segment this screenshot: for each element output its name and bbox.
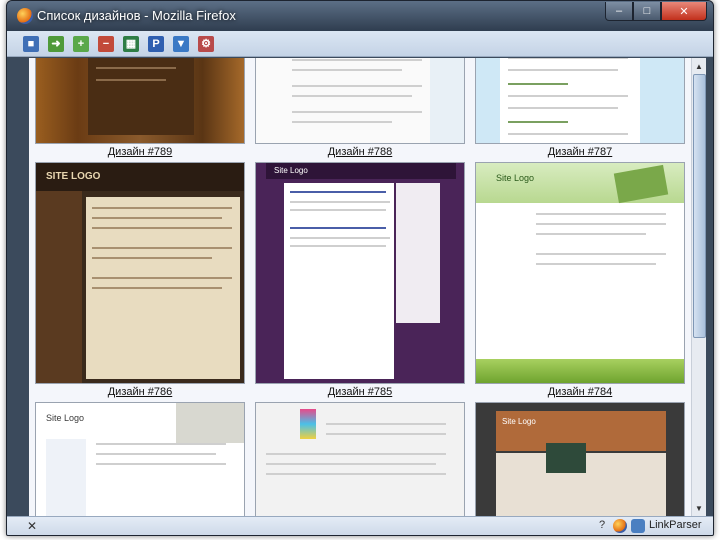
close-icon[interactable]: ✕ (27, 519, 37, 533)
firefox-icon[interactable] (17, 8, 33, 24)
design-thumbnail[interactable]: Site Logo (35, 402, 245, 516)
design-thumbnail[interactable] (255, 58, 465, 144)
window-title: Список дизайнов - Mozilla Firefox (37, 8, 236, 23)
close-button[interactable]: ✕ (661, 2, 707, 21)
gallery-viewport: Дизайн #789 Дизайн #788 Дизайн #787 SITE… (29, 58, 691, 516)
design-thumbnail[interactable]: SITE LOGO (35, 162, 245, 384)
save-icon[interactable]: ■ (23, 35, 39, 52)
site-logo-text: Site Logo (496, 173, 535, 183)
design-caption[interactable]: Дизайн #786 (35, 386, 245, 398)
filter-icon[interactable]: ▼ (173, 35, 189, 52)
scroll-up-icon[interactable]: ▲ (693, 60, 705, 72)
design-caption[interactable]: Дизайн #785 (255, 386, 465, 398)
settings-icon[interactable]: ⚙ (198, 35, 214, 52)
design-thumbnail[interactable]: Site Logo (475, 402, 685, 516)
vertical-scrollbar[interactable]: ▲ ▼ (691, 58, 706, 516)
design-thumbnail[interactable]: Site Logo (255, 162, 465, 384)
text-tool-icon[interactable]: P (148, 35, 164, 52)
firefox-status-icon[interactable] (613, 519, 627, 533)
toolbar: ■ ➜ + − ▦ P ▼ ⚙ (7, 31, 713, 57)
scrollbar-thumb[interactable] (693, 74, 706, 338)
add-icon[interactable]: + (73, 35, 89, 52)
scroll-down-icon[interactable]: ▼ (693, 502, 705, 514)
maximize-button[interactable]: □ (633, 2, 661, 21)
design-thumbnail[interactable] (475, 58, 685, 144)
minimize-button[interactable]: ‒ (605, 2, 633, 21)
design-caption[interactable]: Дизайн #788 (255, 146, 465, 158)
site-logo-text: Site Logo (46, 413, 85, 423)
browser-window: Список дизайнов - Mozilla Firefox ‒ □ ✕ … (6, 0, 714, 536)
design-thumbnail[interactable] (255, 402, 465, 516)
title-bar[interactable]: Список дизайнов - Mozilla Firefox ‒ □ ✕ (7, 1, 713, 31)
design-thumbnail[interactable]: Site Logo (475, 162, 685, 384)
remove-icon[interactable]: − (98, 35, 114, 52)
design-caption[interactable]: Дизайн #787 (475, 146, 685, 158)
site-logo-text: Site Logo (274, 166, 308, 175)
site-logo-text: SITE LOGO (46, 171, 101, 182)
linkparser-label[interactable]: LinkParser (649, 519, 702, 531)
design-caption[interactable]: Дизайн #784 (475, 386, 685, 398)
grid-view-icon[interactable]: ▦ (123, 35, 139, 52)
design-thumbnail[interactable] (35, 58, 245, 144)
help-icon[interactable]: ? (599, 519, 605, 531)
design-caption[interactable]: Дизайн #789 (35, 146, 245, 158)
window-controls: ‒ □ ✕ (605, 2, 707, 21)
export-icon[interactable]: ➜ (48, 35, 64, 52)
site-logo-text: Site Logo (502, 417, 536, 426)
linkparser-icon[interactable] (631, 519, 645, 533)
status-bar: ✕ ? LinkParser (7, 516, 713, 535)
